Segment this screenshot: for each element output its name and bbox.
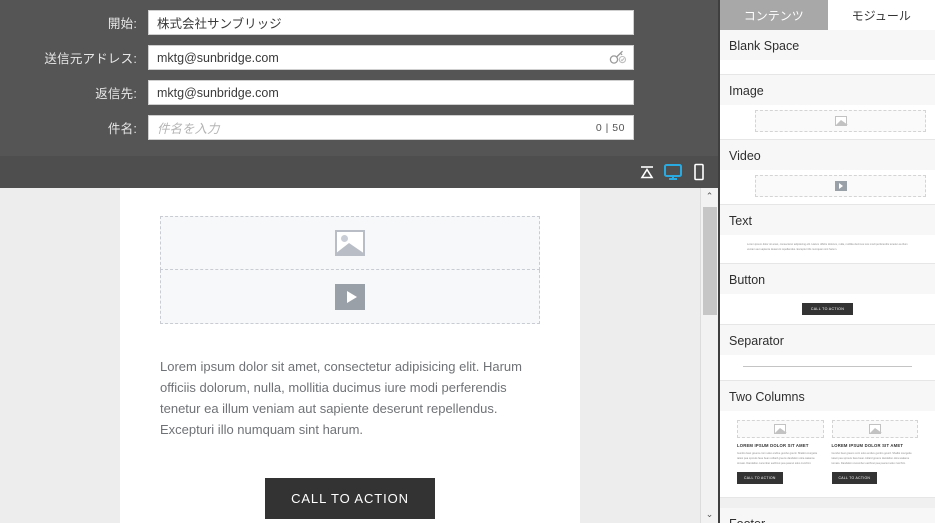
field-subject[interactable]: 件名を入力 0 | 50 xyxy=(148,115,634,140)
mini-image-dropzone xyxy=(831,419,918,438)
field-start[interactable]: 株式会社サンブリッジ xyxy=(148,10,634,35)
module-preview-separator xyxy=(720,354,935,380)
subject-input[interactable]: 件名を入力 xyxy=(149,118,596,137)
two-column-layout: LOREM IPSUM DOLOR SIT AMET Gumbo beet gr… xyxy=(729,416,926,490)
module-video[interactable]: Video xyxy=(720,140,935,205)
mini-video-dropzone xyxy=(755,175,926,197)
start-input[interactable]: 株式会社サンブリッジ xyxy=(149,13,633,32)
email-preview-sheet[interactable]: Lorem ipsum dolor sit amet, consectetur … xyxy=(120,188,580,523)
form-row-reply-to: 返信先: mktg@sunbridge.com xyxy=(0,80,718,105)
module-preview-blank xyxy=(720,60,935,74)
dropzone-stack xyxy=(120,188,580,324)
module-preview-text: Lorem ipsum dolor sit amet, consectetur … xyxy=(720,235,935,263)
module-preview-text-body: Lorem ipsum dolor sit amet, consectetur … xyxy=(747,243,908,251)
image-placeholder-icon xyxy=(335,230,365,256)
subject-char-counter: 0 | 50 xyxy=(595,121,625,134)
mini-image-dropzone xyxy=(755,110,926,132)
mini-image-dropzone xyxy=(737,419,824,438)
module-footer[interactable]: Footer xyxy=(720,507,935,523)
mini-call-to-action-button: CALL TO ACTION xyxy=(801,302,854,315)
module-button[interactable]: Button CALL TO ACTION xyxy=(720,263,935,325)
module-two-columns[interactable]: Two Columns LOREM IPSUM DOLOR SIT AMET G… xyxy=(720,380,935,498)
scroll-down-arrow[interactable]: ⌄ xyxy=(701,506,718,523)
tab-contents[interactable]: コンテンツ xyxy=(720,0,828,30)
module-preview-video xyxy=(720,170,935,204)
sidebar-tabs: コンテンツ モジュール xyxy=(720,0,935,30)
key-verified-icon[interactable] xyxy=(609,50,633,66)
scrollbar-thumb[interactable] xyxy=(703,207,717,315)
video-placeholder-icon xyxy=(834,181,847,191)
module-title: Video xyxy=(720,140,935,170)
module-preview-two-columns: LOREM IPSUM DOLOR SIT AMET Gumbo beet gr… xyxy=(720,410,935,497)
column-right: LOREM IPSUM DOLOR SIT AMET Gumbo beet gr… xyxy=(831,419,918,484)
module-blank-space[interactable]: Blank Space xyxy=(720,30,935,75)
canvas-scrollbar[interactable]: ⌃ ⌄ xyxy=(700,188,718,523)
editor-toolbar xyxy=(0,156,718,188)
column-cta-button: CALL TO ACTION xyxy=(737,471,783,484)
column-heading: LOREM IPSUM DOLOR SIT AMET xyxy=(737,442,809,448)
module-title: Footer xyxy=(720,507,935,523)
email-campaign-editor: 開始: 株式会社サンブリッジ 送信元アドレス: mktg@sunbridge.c… xyxy=(0,0,935,523)
module-separator[interactable]: Separator xyxy=(720,324,935,381)
module-text[interactable]: Text Lorem ipsum dolor sit amet, consect… xyxy=(720,205,935,264)
module-title: Text xyxy=(720,205,935,235)
module-title: Blank Space xyxy=(720,30,935,60)
cta-container: CALL TO ACTION xyxy=(120,440,580,520)
desktop-view-icon[interactable] xyxy=(661,160,685,184)
column-cta-button: CALL TO ACTION xyxy=(831,471,878,484)
module-title: Image xyxy=(720,75,935,105)
column-body: Gumbo beet greens corn soko endive gumbo… xyxy=(831,451,912,465)
campaign-header-form: 開始: 株式会社サンブリッジ 送信元アドレス: mktg@sunbridge.c… xyxy=(0,0,718,156)
label-start: 開始: xyxy=(107,17,137,31)
main-column: 開始: 株式会社サンブリッジ 送信元アドレス: mktg@sunbridge.c… xyxy=(0,0,718,523)
label-subject: 件名: xyxy=(107,122,137,136)
mini-cta-container: CALL TO ACTION xyxy=(729,299,926,317)
sidebar-gap xyxy=(720,497,935,508)
image-placeholder-icon xyxy=(868,423,882,434)
module-image[interactable]: Image xyxy=(720,75,935,140)
module-title: Separator xyxy=(720,324,935,355)
image-placeholder-icon xyxy=(774,423,788,434)
mobile-view-icon[interactable] xyxy=(687,160,711,184)
label-from-address: 送信元アドレス: xyxy=(44,52,137,66)
image-placeholder-icon xyxy=(834,116,848,126)
video-placeholder-icon xyxy=(335,283,365,310)
image-dropzone[interactable] xyxy=(160,216,540,270)
tab-modules[interactable]: モジュール xyxy=(827,0,935,30)
form-row-start: 開始: 株式会社サンブリッジ xyxy=(0,10,718,35)
call-to-action-button[interactable]: CALL TO ACTION xyxy=(265,478,435,520)
scroll-up-arrow[interactable]: ⌃ xyxy=(701,188,718,205)
module-title: Two Columns xyxy=(720,380,935,411)
form-row-subject: 件名: 件名を入力 0 | 50 xyxy=(0,115,718,140)
column-body: Gumbo beet greens corn soko endive gumbo… xyxy=(737,451,818,465)
email-body-text[interactable]: Lorem ipsum dolor sit amet, consectetur … xyxy=(120,324,580,440)
module-preview-image xyxy=(720,105,935,139)
form-row-from-address: 送信元アドレス: mktg@sunbridge.com xyxy=(0,45,718,70)
view-tools-group xyxy=(628,156,718,188)
column-heading: LOREM IPSUM DOLOR SIT AMET xyxy=(831,442,904,448)
separator-line xyxy=(743,365,912,367)
label-reply-to: 返信先: xyxy=(95,87,137,101)
module-sidebar: コンテンツ モジュール Blank Space Image Video Text… xyxy=(718,0,935,523)
module-preview-button: CALL TO ACTION xyxy=(720,293,935,324)
reply-to-input[interactable]: mktg@sunbridge.com xyxy=(149,86,633,100)
email-canvas-area: Lorem ipsum dolor sit amet, consectetur … xyxy=(0,188,718,523)
from-address-input[interactable]: mktg@sunbridge.com xyxy=(149,51,609,65)
column-left: LOREM IPSUM DOLOR SIT AMET Gumbo beet gr… xyxy=(737,419,824,484)
field-reply-to[interactable]: mktg@sunbridge.com xyxy=(148,80,634,105)
export-icon[interactable] xyxy=(635,160,659,184)
field-from-address[interactable]: mktg@sunbridge.com xyxy=(148,45,634,70)
video-dropzone[interactable] xyxy=(160,270,540,324)
module-title: Button xyxy=(720,263,935,294)
